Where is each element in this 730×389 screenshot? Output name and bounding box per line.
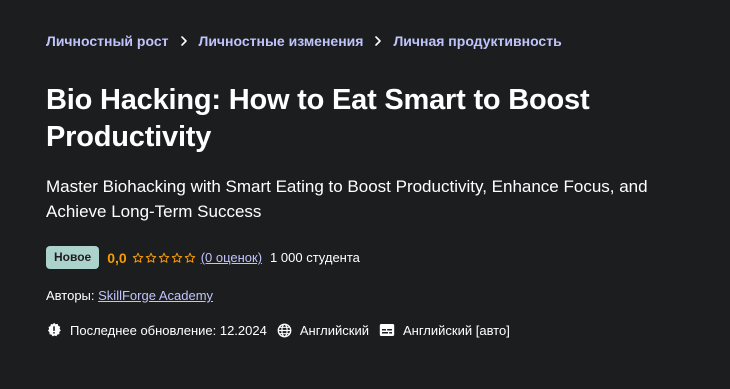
star-outline-icon: [132, 252, 143, 263]
rating-stars: [132, 252, 196, 264]
authors-label: Авторы:: [46, 288, 95, 303]
star-outline-icon: [184, 252, 195, 263]
course-captions: Английский [авто]: [379, 323, 510, 338]
rating-row: Новое 0,0 (0 оценок) 1 000 студента: [46, 246, 360, 269]
course-subtitle: Master Biohacking with Smart Eating to B…: [46, 177, 648, 221]
globe-icon: [277, 323, 292, 337]
star-outline-icon: [145, 252, 156, 263]
course-title: Bio Hacking: How to Eat Smart to Boost P…: [46, 84, 590, 153]
course-language: Английский: [277, 323, 369, 338]
alert-badge-icon: [48, 322, 61, 337]
chevron-right-icon: [370, 34, 386, 48]
course-language-text: Английский: [299, 322, 369, 338]
star-outline-icon: [171, 252, 182, 263]
last-updated-text: Последнее обновление: 12.2024: [70, 322, 267, 338]
star-outline-icon: [158, 252, 169, 263]
author-link[interactable]: SkillForge Academy: [98, 288, 213, 303]
last-updated: Последнее обновление: 12.2024: [46, 322, 267, 338]
authors-line: Авторы: SkillForge Academy: [46, 288, 213, 303]
rating-value: 0,0: [107, 249, 127, 266]
breadcrumb-item-personal-productivity[interactable]: Личная продуктивность: [393, 33, 561, 49]
breadcrumb-item-personal-changes[interactable]: Личностные изменения: [199, 33, 364, 49]
new-badge: Новое: [46, 246, 100, 269]
course-captions-text: Английский [авто]: [402, 322, 510, 338]
meta-row: Последнее обновление: 12.2024 Английский…: [46, 322, 520, 338]
course-header: Личностный рост Личностные изменения Лич…: [0, 0, 730, 389]
ratings-count-link[interactable]: (0 оценок): [201, 250, 262, 265]
closed-captions-icon: [379, 324, 395, 336]
breadcrumb-item-personal-growth[interactable]: Личностный рост: [46, 33, 169, 49]
students-count: 1 000 студента: [270, 250, 360, 265]
chevron-right-icon: [176, 34, 192, 48]
breadcrumb: Личностный рост Личностные изменения Лич…: [46, 33, 562, 49]
